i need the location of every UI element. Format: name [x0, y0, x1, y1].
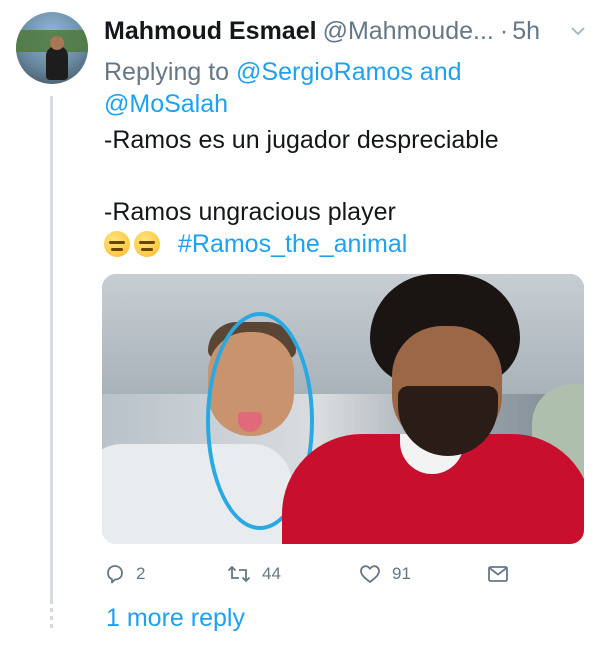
share-button[interactable]: [486, 560, 510, 588]
tweet-media-image[interactable]: [102, 274, 584, 544]
thread-continuation-dots: [50, 608, 53, 630]
chevron-down-icon[interactable]: [570, 24, 586, 38]
author-handle[interactable]: @Mahmoude...: [323, 17, 494, 46]
retweet-icon: [227, 565, 251, 583]
avatar[interactable]: [16, 12, 88, 84]
thread-line: [50, 96, 53, 604]
like-button[interactable]: 91: [358, 560, 411, 588]
replying-to: Replying to @SergioRamos and @MoSalah: [104, 56, 574, 120]
tweet-time[interactable]: 5h: [512, 17, 540, 46]
retweet-count: 44: [262, 564, 281, 583]
retweet-button[interactable]: 44: [226, 560, 281, 588]
tweet-text: -Ramos es un jugador despreciable -Ramos…: [104, 124, 574, 260]
hashtag-link[interactable]: #Ramos_the_animal: [178, 228, 407, 260]
tweet-header: Mahmoud Esmael @Mahmoude... · 5h: [104, 14, 588, 48]
tweet-text-line: -Ramos es un jugador despreciable: [104, 126, 499, 154]
author-name[interactable]: Mahmoud Esmael: [104, 17, 317, 46]
reply-icon: [107, 565, 123, 584]
reply-button[interactable]: 2: [104, 560, 145, 588]
tweet-actions: 2 44 91: [104, 560, 524, 588]
more-replies-link[interactable]: 1 more reply: [106, 604, 245, 633]
like-count: 91: [392, 564, 411, 583]
heart-icon: [360, 565, 380, 583]
replying-prefix: Replying to: [104, 58, 230, 86]
separator-dot: ·: [499, 16, 509, 45]
tweet-text-line: -Ramos ungracious player: [104, 198, 396, 226]
expressionless-emoji-icon: [134, 231, 160, 257]
envelope-icon: [488, 566, 508, 582]
expressionless-emoji-icon: [104, 231, 130, 257]
reply-count: 2: [136, 564, 146, 583]
